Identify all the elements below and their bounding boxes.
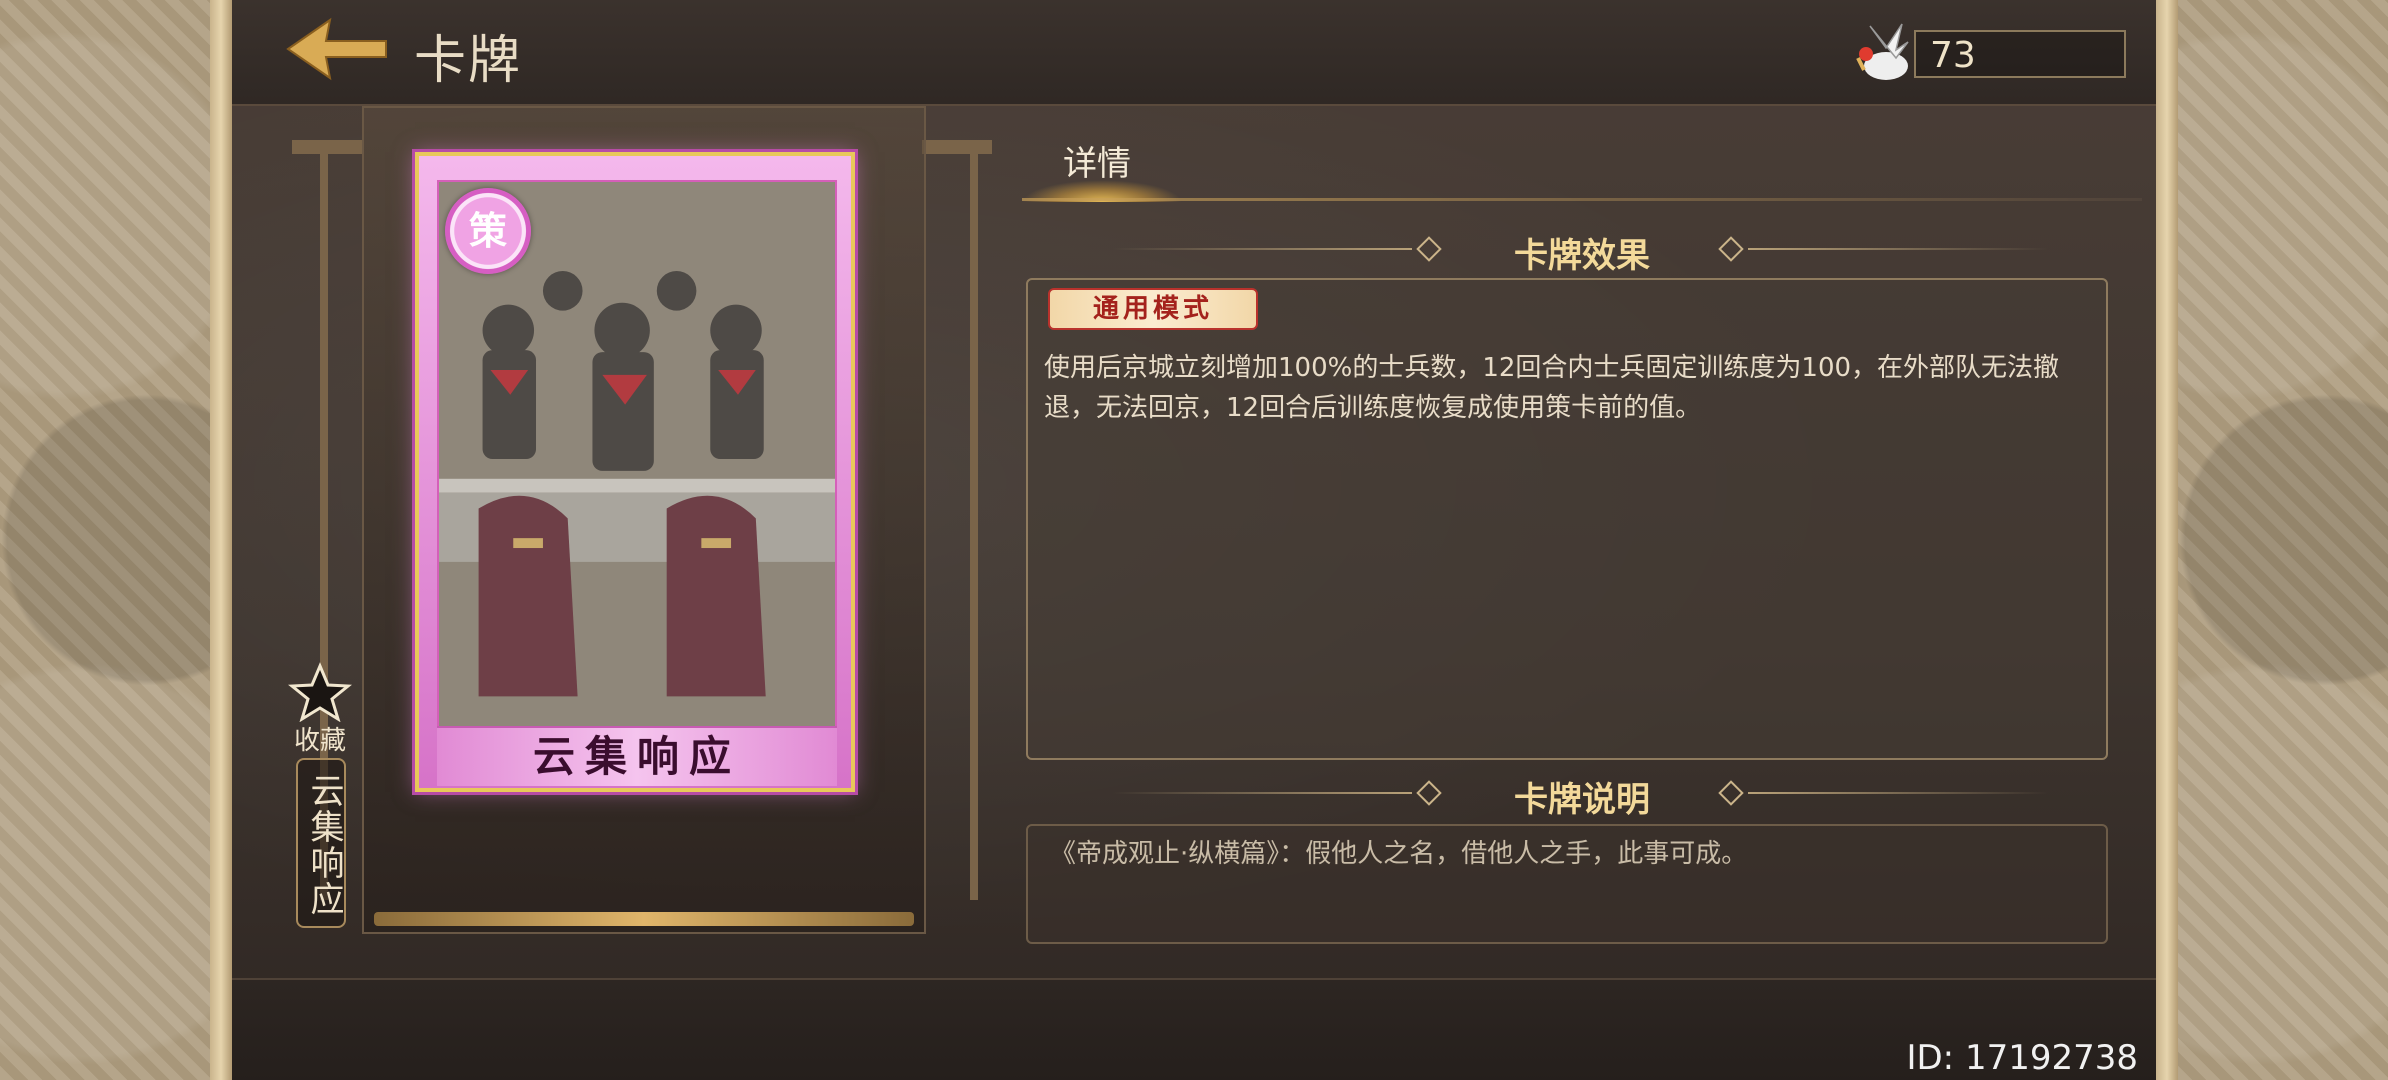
- page-title: 卡牌: [414, 31, 523, 91]
- card-artwork: 策: [437, 180, 837, 738]
- currency-value: 73: [1914, 30, 2126, 78]
- card-name-banner: 云集响应: [437, 726, 837, 786]
- card-type-badge: 策: [445, 188, 531, 274]
- right-panel-border: [2156, 0, 2178, 1080]
- tab-detail-label: 详情: [1063, 144, 1131, 184]
- effect-title-text: 卡牌效果: [1514, 236, 1650, 276]
- currency-display: 73: [1852, 18, 2152, 86]
- player-id: ID: 17192738: [1906, 1038, 2138, 1078]
- description-title-text: 卡牌说明: [1514, 780, 1650, 820]
- left-panel-border: [210, 0, 232, 1080]
- effect-text: 使用后京城立刻增加100%的士兵数，12回合内士兵固定训练度为100，在外部队无…: [1044, 353, 2060, 423]
- effect-panel: 通用模式 使用后京城立刻增加100%的士兵数，12回合内士兵固定训练度为100，…: [1026, 278, 2108, 760]
- back-arrow-icon: [286, 17, 387, 81]
- collect-label: 收藏: [293, 726, 346, 756]
- collect-toggle[interactable]: 收藏: [288, 662, 352, 757]
- description-section-title: 卡牌说明: [1022, 768, 2142, 820]
- bottom-bar: ID: 17192738: [232, 978, 2156, 1080]
- card-name-vertical: 云集响应: [296, 758, 346, 928]
- description-panel: 《帝成观止·纵横篇》：假他人之名，借他人之手，此事可成。: [1026, 824, 2108, 944]
- header-bar: 卡牌 73: [232, 0, 2156, 106]
- title-deco-line-right: [1748, 792, 2048, 794]
- card-image[interactable]: 策 云集响应: [415, 152, 855, 792]
- right-hanger-bar: [922, 140, 992, 154]
- card-type-label: 策: [468, 209, 507, 253]
- description-text: 《帝成观止·纵横篇》：假他人之名，借他人之手，此事可成。: [1050, 839, 1748, 869]
- left-hanger-bar: [292, 140, 362, 154]
- crane-currency-icon: [1856, 23, 1909, 80]
- tab-detail[interactable]: 详情: [1022, 132, 1182, 202]
- right-decorative-panel: [2178, 0, 2388, 1080]
- card-underbar: [374, 912, 914, 926]
- mode-tag: 通用模式: [1048, 288, 1258, 330]
- left-decorative-panel: [0, 0, 210, 1080]
- star-icon: [288, 662, 352, 723]
- back-button[interactable]: [282, 14, 392, 84]
- right-lantern-pole: [970, 140, 978, 900]
- title-deco-line-right: [1748, 248, 2048, 250]
- effect-section-title: 卡牌效果: [1022, 224, 2142, 276]
- tab-divider: [1022, 198, 2142, 201]
- main-panel: 卡牌 73 策 云集响应 收藏 云集响应 详情 卡牌效果 通用模式 使用后京城立…: [232, 0, 2156, 1080]
